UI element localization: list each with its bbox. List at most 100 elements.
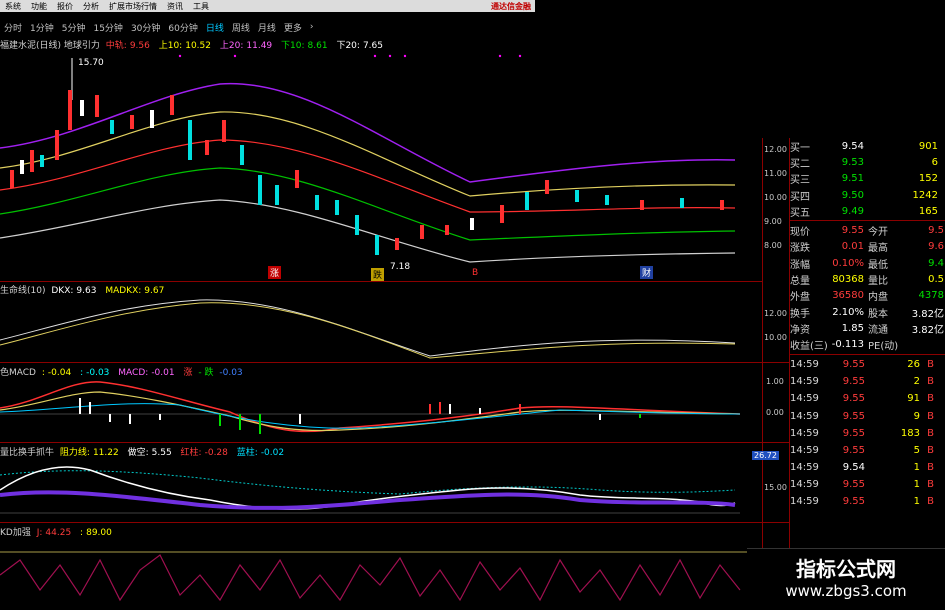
tick-volume: 9 [913, 410, 920, 422]
stat-value: 4378 [918, 290, 944, 302]
stat-value: 0.10% [832, 257, 864, 269]
tick-flag: B [927, 376, 934, 388]
y-tick: 8.00 [764, 241, 782, 250]
stat-label: 净资 [790, 324, 810, 336]
stat-value: -0.113 [831, 339, 864, 351]
top-markers [178, 54, 522, 58]
bid-row: 买五 9.49 165 [790, 205, 938, 219]
stat-label: 内盘 [868, 292, 888, 304]
stat-label: 最低 [868, 259, 888, 271]
tick-volume: 2 [913, 376, 920, 388]
stat-row: 换手 2.10% 股本 3.82亿 [790, 304, 945, 320]
bid-row: 买三 9.51 152 [790, 173, 938, 187]
band-down10-line [0, 167, 736, 241]
tick-volume: 183 [900, 427, 920, 439]
tick-price: 9.55 [842, 393, 865, 405]
tick-time: 14:59 [790, 376, 819, 388]
tick-list: 14:59 9.55 26 B 14:59 9.55 2 B 14:59 9.55 91 B 14:59… [790, 356, 945, 511]
watermark-title: 指标公式网 [796, 557, 896, 581]
bid-row: 买一 9.54 901 [790, 140, 938, 154]
stat-label: 今开 [868, 227, 888, 239]
y-tick: 10.00 [764, 193, 787, 202]
tick-flag: B [927, 427, 934, 439]
tick-price: 9.55 [842, 376, 865, 388]
stat-value: 9.55 [841, 225, 864, 237]
stat-value: 9.4 [928, 257, 944, 269]
event-tag[interactable]: B [470, 268, 480, 278]
y-tick: 12.00 [764, 309, 787, 318]
tick-volume: 1 [913, 462, 920, 474]
bid-row: 买四 9.50 1242 [790, 189, 938, 203]
stat-label: 量比 [868, 276, 888, 288]
dkx-line [0, 299, 736, 357]
tick-price: 9.55 [842, 496, 865, 508]
watermark-url: www.zbgs3.com [785, 582, 907, 600]
low-marker: 7.18 [390, 262, 411, 272]
candlesticks [10, 58, 724, 255]
tick-row: 14:59 9.55 9 B [790, 407, 945, 424]
stat-value: 9.5 [928, 225, 944, 237]
stats-block: 现价 9.55 今开 9.5 涨跌 0.01 最高 9.6 涨幅 0.10% 最低 9.4 总量 8036… [790, 222, 945, 352]
y-tick: 10.00 [764, 333, 787, 342]
stat-row: 收益(三) -0.113 PE(动) [790, 337, 945, 353]
tick-volume: 91 [907, 393, 920, 405]
tick-row: 14:59 9.54 1 B [790, 459, 945, 476]
tick-flag: B [927, 496, 934, 508]
tick-price: 9.55 [842, 410, 865, 422]
event-tag[interactable]: 涨 [268, 266, 282, 279]
stat-label: 收益(三) [790, 341, 828, 353]
tick-time: 14:59 [790, 393, 819, 405]
tick-price: 9.55 [842, 444, 865, 456]
tick-volume: 1 [913, 479, 920, 491]
tick-price: 9.55 [842, 427, 865, 439]
stat-label: 现价 [790, 227, 810, 239]
stat-label: 涨跌 [790, 243, 810, 255]
tick-time: 14:59 [790, 358, 819, 370]
stat-label: 涨幅 [790, 259, 810, 271]
quote-panel: 买一 9.54 901 买二 9.53 6 买三 9.51 152 买四 9.50 1242 买… [790, 138, 945, 511]
tick-row: 14:59 9.55 5 B [790, 442, 945, 459]
stat-row: 净资 1.85 流通 3.82亿 [790, 320, 945, 336]
stat-value: 36580 [832, 290, 864, 302]
stat-label: PE(动) [868, 341, 899, 353]
stat-value: 80368 [832, 274, 864, 286]
tick-flag: B [927, 444, 934, 456]
stat-value: 2.10% [832, 306, 864, 318]
tick-row: 14:59 9.55 1 B [790, 493, 945, 510]
tick-flag: B [927, 358, 934, 370]
stat-label: 外盘 [790, 292, 810, 304]
tick-time: 14:59 [790, 444, 819, 456]
macd-dif-line [0, 381, 741, 433]
y-tick: 1.00 [766, 377, 784, 386]
stat-label: 总量 [790, 276, 810, 288]
resistance-line [0, 470, 736, 495]
stat-row: 涨跌 0.01 最高 9.6 [790, 239, 945, 255]
quote-divider-line [790, 220, 945, 222]
axis-divider [762, 138, 763, 609]
event-tag[interactable]: 跌 [371, 268, 385, 281]
y-tick: 11.00 [764, 169, 787, 178]
tick-time: 14:59 [790, 427, 819, 439]
stat-value: 0.5 [928, 274, 944, 286]
y-tick: 9.00 [764, 217, 782, 226]
tick-row: 14:59 9.55 26 B [790, 356, 945, 373]
watermark: 指标公式网 www.zbgs3.com [747, 548, 945, 610]
tick-time: 14:59 [790, 462, 819, 474]
stat-row: 外盘 36580 内盘 4378 [790, 288, 945, 304]
tick-flag: B [927, 462, 934, 474]
tick-flag: B [927, 410, 934, 422]
bid-row: 买二 9.53 6 [790, 156, 938, 170]
y-tick: 0.00 [766, 408, 784, 417]
stat-label: 最高 [868, 243, 888, 255]
tick-time: 14:59 [790, 410, 819, 422]
tick-price: 9.55 [842, 358, 865, 370]
high-marker: 15.70 [78, 58, 104, 68]
event-tag[interactable]: 财 [640, 266, 654, 279]
stat-value: 9.6 [928, 241, 944, 253]
indicator-charts [0, 54, 760, 602]
tick-volume: 26 [907, 358, 920, 370]
madkx-line [0, 302, 736, 359]
stat-label: 股本 [868, 308, 888, 320]
stat-value: 1.85 [841, 322, 864, 334]
y-tick: 15.00 [764, 483, 787, 492]
